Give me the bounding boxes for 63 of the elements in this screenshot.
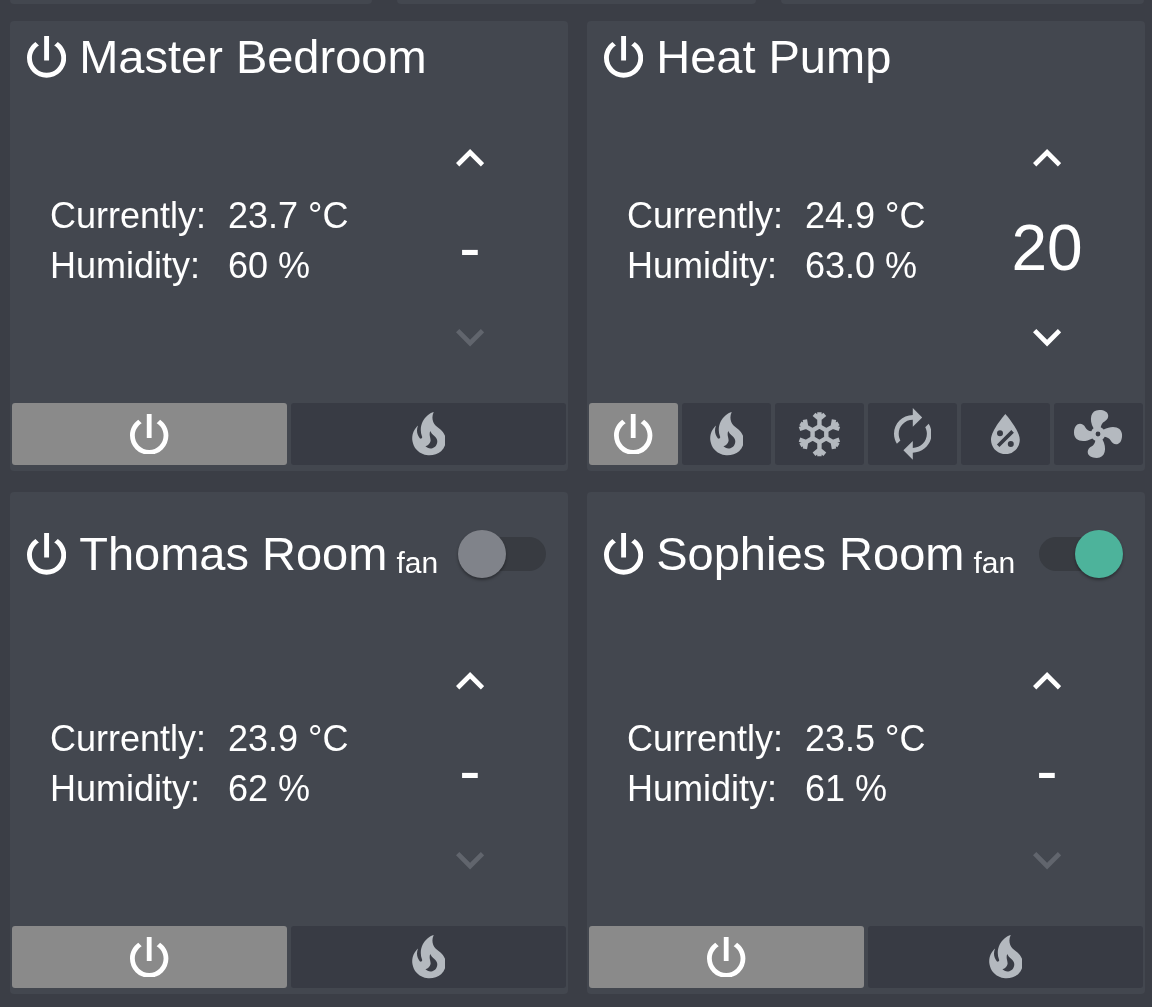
off-mode-button[interactable] [12,403,287,465]
power-icon [614,413,653,455]
heat-mode-button[interactable] [682,403,771,465]
flame-icon [988,935,1023,979]
chevron-down-icon [1032,852,1062,870]
chevron-up-icon [1032,149,1062,167]
setpoint-value: - [459,216,481,280]
reading-label: Humidity: [627,767,779,811]
flame-icon [411,412,446,456]
card-title: Thomas Room [79,526,388,581]
fan-icon [1074,410,1123,458]
fan-label: fan [396,545,439,579]
off-mode-button[interactable] [589,926,864,988]
flame-icon [411,935,446,979]
heat-mode-button[interactable] [868,926,1143,988]
power-icon [604,36,644,78]
power-icon [130,936,169,978]
reading-value: 63.0 % [805,244,919,288]
cycle-arrows-icon [893,408,932,460]
fan-label: fan [973,545,1016,579]
fan-mode-button[interactable] [1054,403,1143,465]
setpoint-value: 20 [1011,216,1083,280]
dry-mode-button[interactable] [961,403,1050,465]
card-title: Sophies Room [656,526,965,581]
reading-label: Humidity: [627,244,779,288]
chevron-down-icon [1032,329,1062,347]
reading-value: 24.9 °C [805,194,926,238]
chevron-up-icon [455,149,485,167]
cool-mode-button[interactable] [775,403,864,465]
reading-label: Currently: [627,194,784,238]
auto-mode-button[interactable] [868,403,957,465]
setpoint-value: - [1036,739,1058,803]
off-mode-button[interactable] [12,926,287,988]
reading-value: 62 % [228,767,312,811]
power-icon [130,413,169,455]
reading-label: Currently: [50,194,207,238]
reading-label: Currently: [50,717,207,761]
flame-icon [709,412,744,456]
card-title: Master Bedroom [79,29,427,84]
chevron-down-icon [455,852,485,870]
chevron-down-icon [455,329,485,347]
reading-value: 23.9 °C [228,717,349,761]
fan-toggle-switch[interactable] [458,530,547,578]
power-icon [707,936,746,978]
power-icon [604,533,644,575]
heat-mode-button[interactable] [291,403,566,465]
reading-value: 60 % [228,244,312,288]
reading-value: 23.7 °C [228,194,349,238]
power-icon [27,36,67,78]
setpoint-value: - [459,739,481,803]
reading-label: Currently: [627,717,784,761]
heat-mode-button[interactable] [291,926,566,988]
reading-label: Humidity: [50,244,202,288]
chevron-up-icon [1032,672,1062,690]
droplet-percent-icon [991,413,1020,455]
card-title: Heat Pump [656,29,892,84]
reading-value: 61 % [805,767,889,811]
reading-value: 23.5 °C [805,717,926,761]
off-mode-button[interactable] [589,403,678,465]
snowflake-icon [797,410,842,458]
reading-label: Humidity: [50,767,202,811]
power-icon [27,533,67,575]
chevron-up-icon [455,672,485,690]
